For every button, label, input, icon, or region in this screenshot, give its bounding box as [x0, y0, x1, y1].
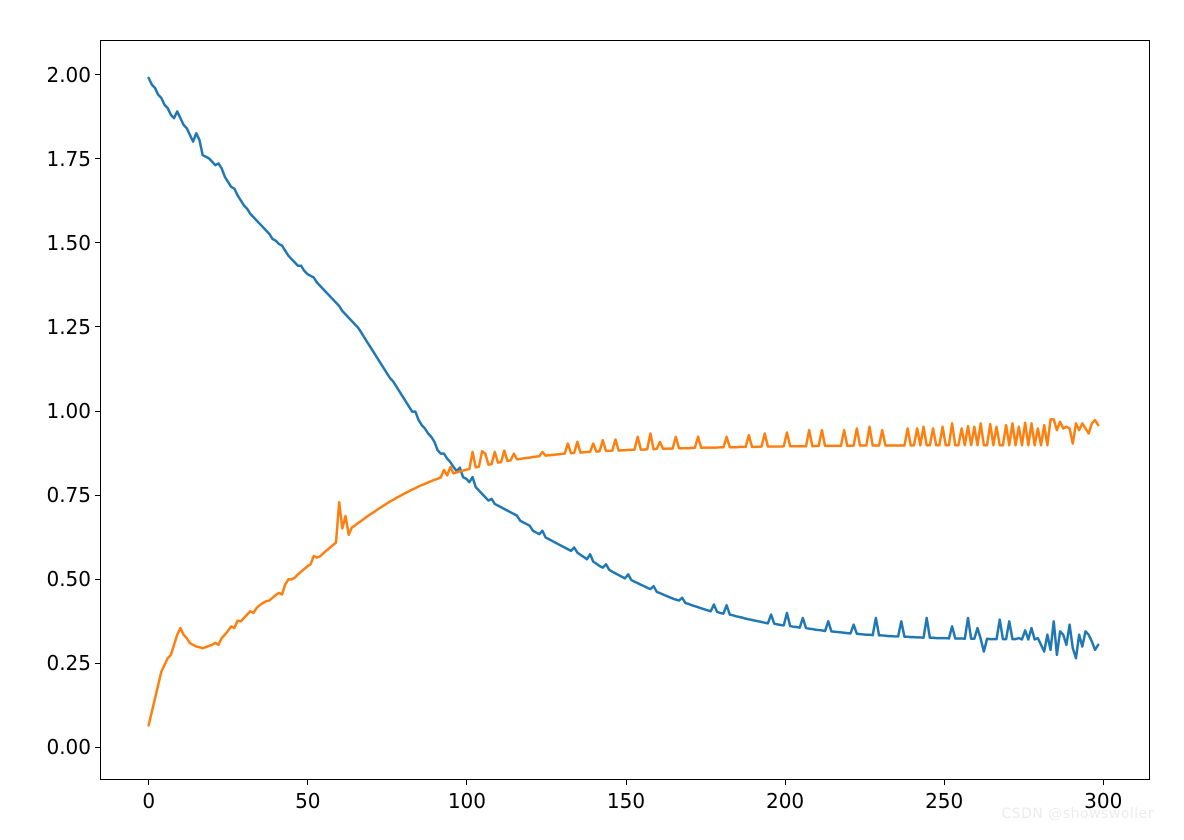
x-tick-label: 50 [295, 789, 320, 813]
y-tick-label: 1.75 [46, 147, 91, 171]
x-tick-mark [1103, 779, 1104, 785]
x-tick-mark [944, 779, 945, 785]
y-tick-label: 2.00 [46, 63, 91, 87]
y-tick-mark [95, 158, 101, 159]
y-tick-label: 1.00 [46, 399, 91, 423]
x-tick-label: 250 [925, 789, 963, 813]
y-tick-mark [95, 326, 101, 327]
y-tick-label: 0.00 [46, 735, 91, 759]
x-tick-mark [626, 779, 627, 785]
y-tick-mark [95, 747, 101, 748]
y-tick-mark [95, 495, 101, 496]
x-tick-mark [466, 779, 467, 785]
y-tick-mark [95, 242, 101, 243]
watermark-text: CSDN @showswoller [1001, 806, 1154, 822]
series-line-loss [149, 78, 1099, 658]
y-tick-mark [95, 74, 101, 75]
plot-area: 0.000.250.500.751.001.251.501.752.000501… [100, 40, 1150, 780]
chart-figure: 0.00 0.25 0.50 0.75 1.00 1.25 1.50 1.75 2.00 0 50 1… [0, 0, 1184, 840]
x-tick-label: 100 [448, 789, 486, 813]
y-tick-label: 1.25 [46, 315, 91, 339]
x-tick-label: 150 [607, 789, 645, 813]
series-line-accuracy [149, 419, 1099, 725]
y-tick-label: 1.50 [46, 231, 91, 255]
x-tick-label: 200 [766, 789, 804, 813]
y-tick-mark [95, 579, 101, 580]
y-tick-mark [95, 663, 101, 664]
y-tick-label: 0.75 [46, 483, 91, 507]
y-tick-mark [95, 411, 101, 412]
x-tick-label: 300 [1084, 789, 1122, 813]
x-tick-label: 0 [142, 789, 155, 813]
x-tick-mark [148, 779, 149, 785]
y-tick-label: 0.50 [46, 567, 91, 591]
chart-lines [101, 41, 1149, 779]
x-tick-mark [307, 779, 308, 785]
x-tick-mark [785, 779, 786, 785]
y-tick-label: 0.25 [46, 651, 91, 675]
